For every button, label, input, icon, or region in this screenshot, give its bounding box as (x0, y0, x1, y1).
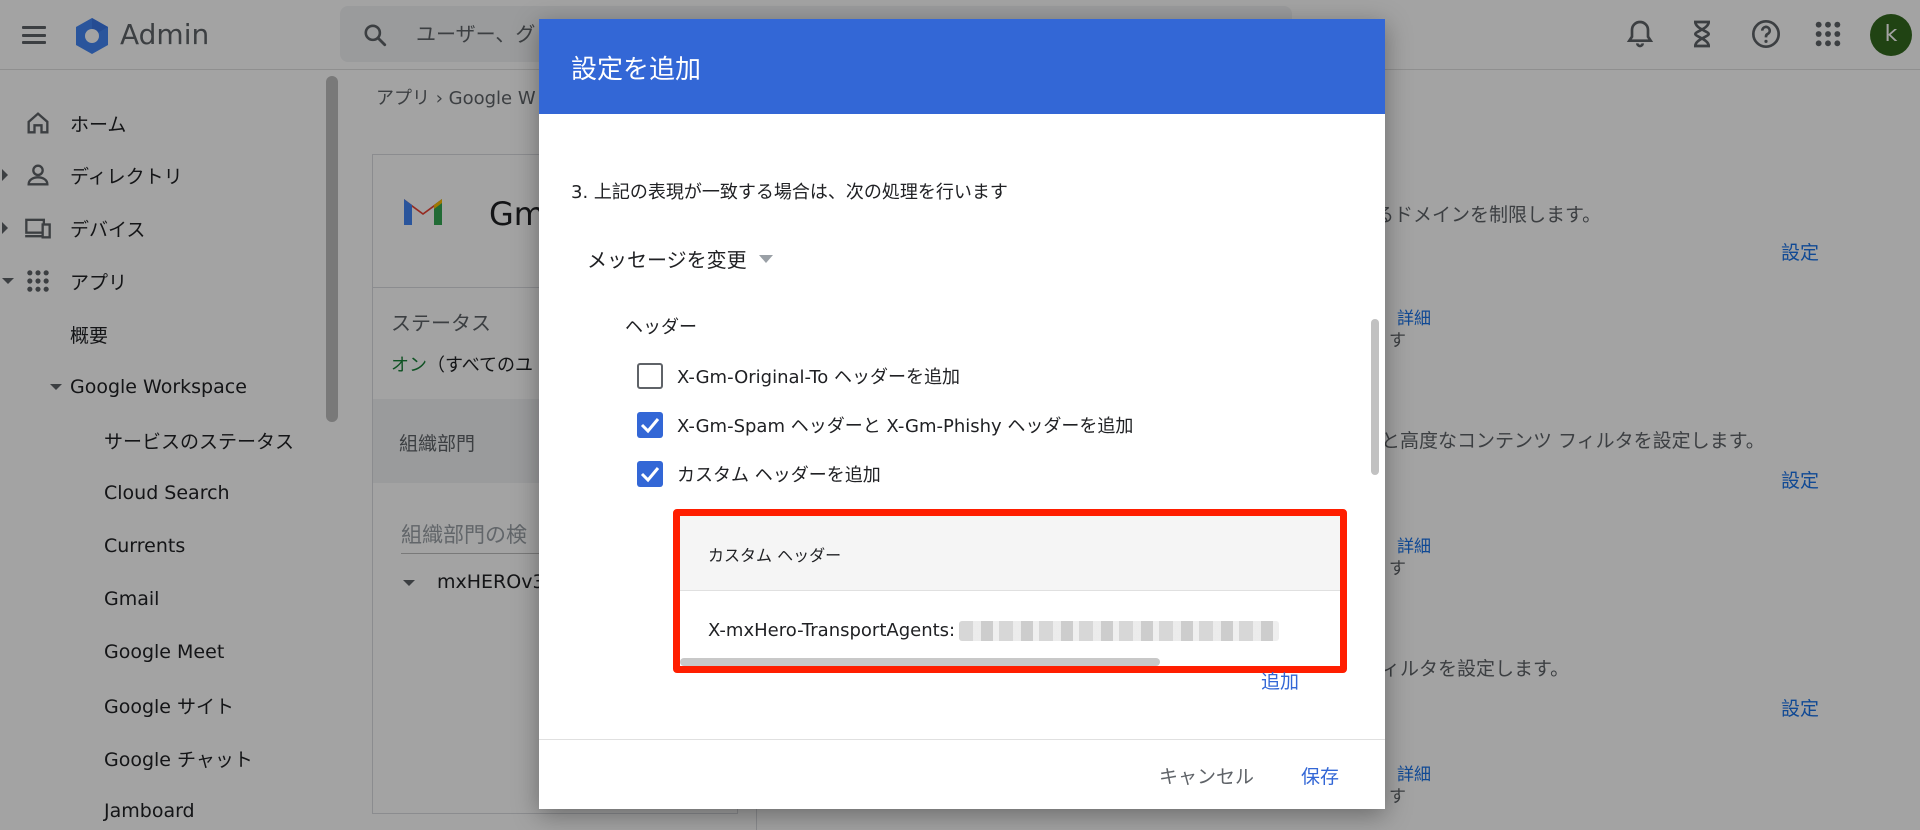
dialog-footer: キャンセル 保存 (539, 739, 1385, 809)
checkbox-label: カスタム ヘッダーを追加 (677, 465, 881, 486)
custom-headers-column-label: カスタム ヘッダー (708, 546, 842, 565)
dropdown-arrow-icon (758, 255, 773, 263)
redacted-value (959, 620, 1280, 641)
checkbox-label: X-Gm-Spam ヘッダーと X-Gm-Phishy ヘッダーを追加 (677, 416, 1134, 437)
action-dropdown-value: メッセージを変更 (587, 248, 747, 272)
add-setting-dialog: 設定を追加 3. 上記の表現が一致する場合は、次の処理を行います メッセージを変… (539, 19, 1385, 809)
add-custom-header-button[interactable]: 追加 (1261, 667, 1299, 694)
checkbox-checked-icon[interactable] (637, 461, 663, 487)
dialog-scrollbar[interactable] (1371, 319, 1379, 475)
save-button[interactable]: 保存 (1301, 762, 1339, 789)
custom-headers-table: カスタム ヘッダー X-mxHero-TransportAgents: (673, 509, 1347, 673)
checkbox-custom-header[interactable]: カスタム ヘッダーを追加 (637, 461, 881, 487)
step-heading: 3. 上記の表現が一致する場合は、次の処理を行います (571, 182, 1008, 203)
checkbox-label: X-Gm-Original-To ヘッダーを追加 (677, 367, 961, 388)
table-horizontal-scrollbar[interactable] (680, 658, 1160, 666)
checkbox-unchecked-icon[interactable] (637, 363, 663, 389)
dialog-header: 設定を追加 (539, 19, 1385, 114)
custom-header-name: X-mxHero-TransportAgents: (708, 620, 956, 641)
headers-section-label: ヘッダー (625, 317, 697, 338)
checkbox-spam-phishy[interactable]: X-Gm-Spam ヘッダーと X-Gm-Phishy ヘッダーを追加 (637, 412, 1133, 438)
dialog-body: 3. 上記の表現が一致する場合は、次の処理を行います メッセージを変更 ヘッダー… (539, 114, 1385, 739)
action-dropdown[interactable]: メッセージを変更 (587, 244, 773, 273)
cancel-button[interactable]: キャンセル (1159, 762, 1254, 789)
dialog-title: 設定を追加 (571, 55, 702, 85)
checkbox-original-to[interactable]: X-Gm-Original-To ヘッダーを追加 (637, 363, 960, 389)
custom-header-row[interactable]: X-mxHero-TransportAgents: (708, 620, 1280, 641)
custom-headers-table-header: カスタム ヘッダー (680, 516, 1340, 591)
checkbox-checked-icon[interactable] (637, 412, 663, 438)
